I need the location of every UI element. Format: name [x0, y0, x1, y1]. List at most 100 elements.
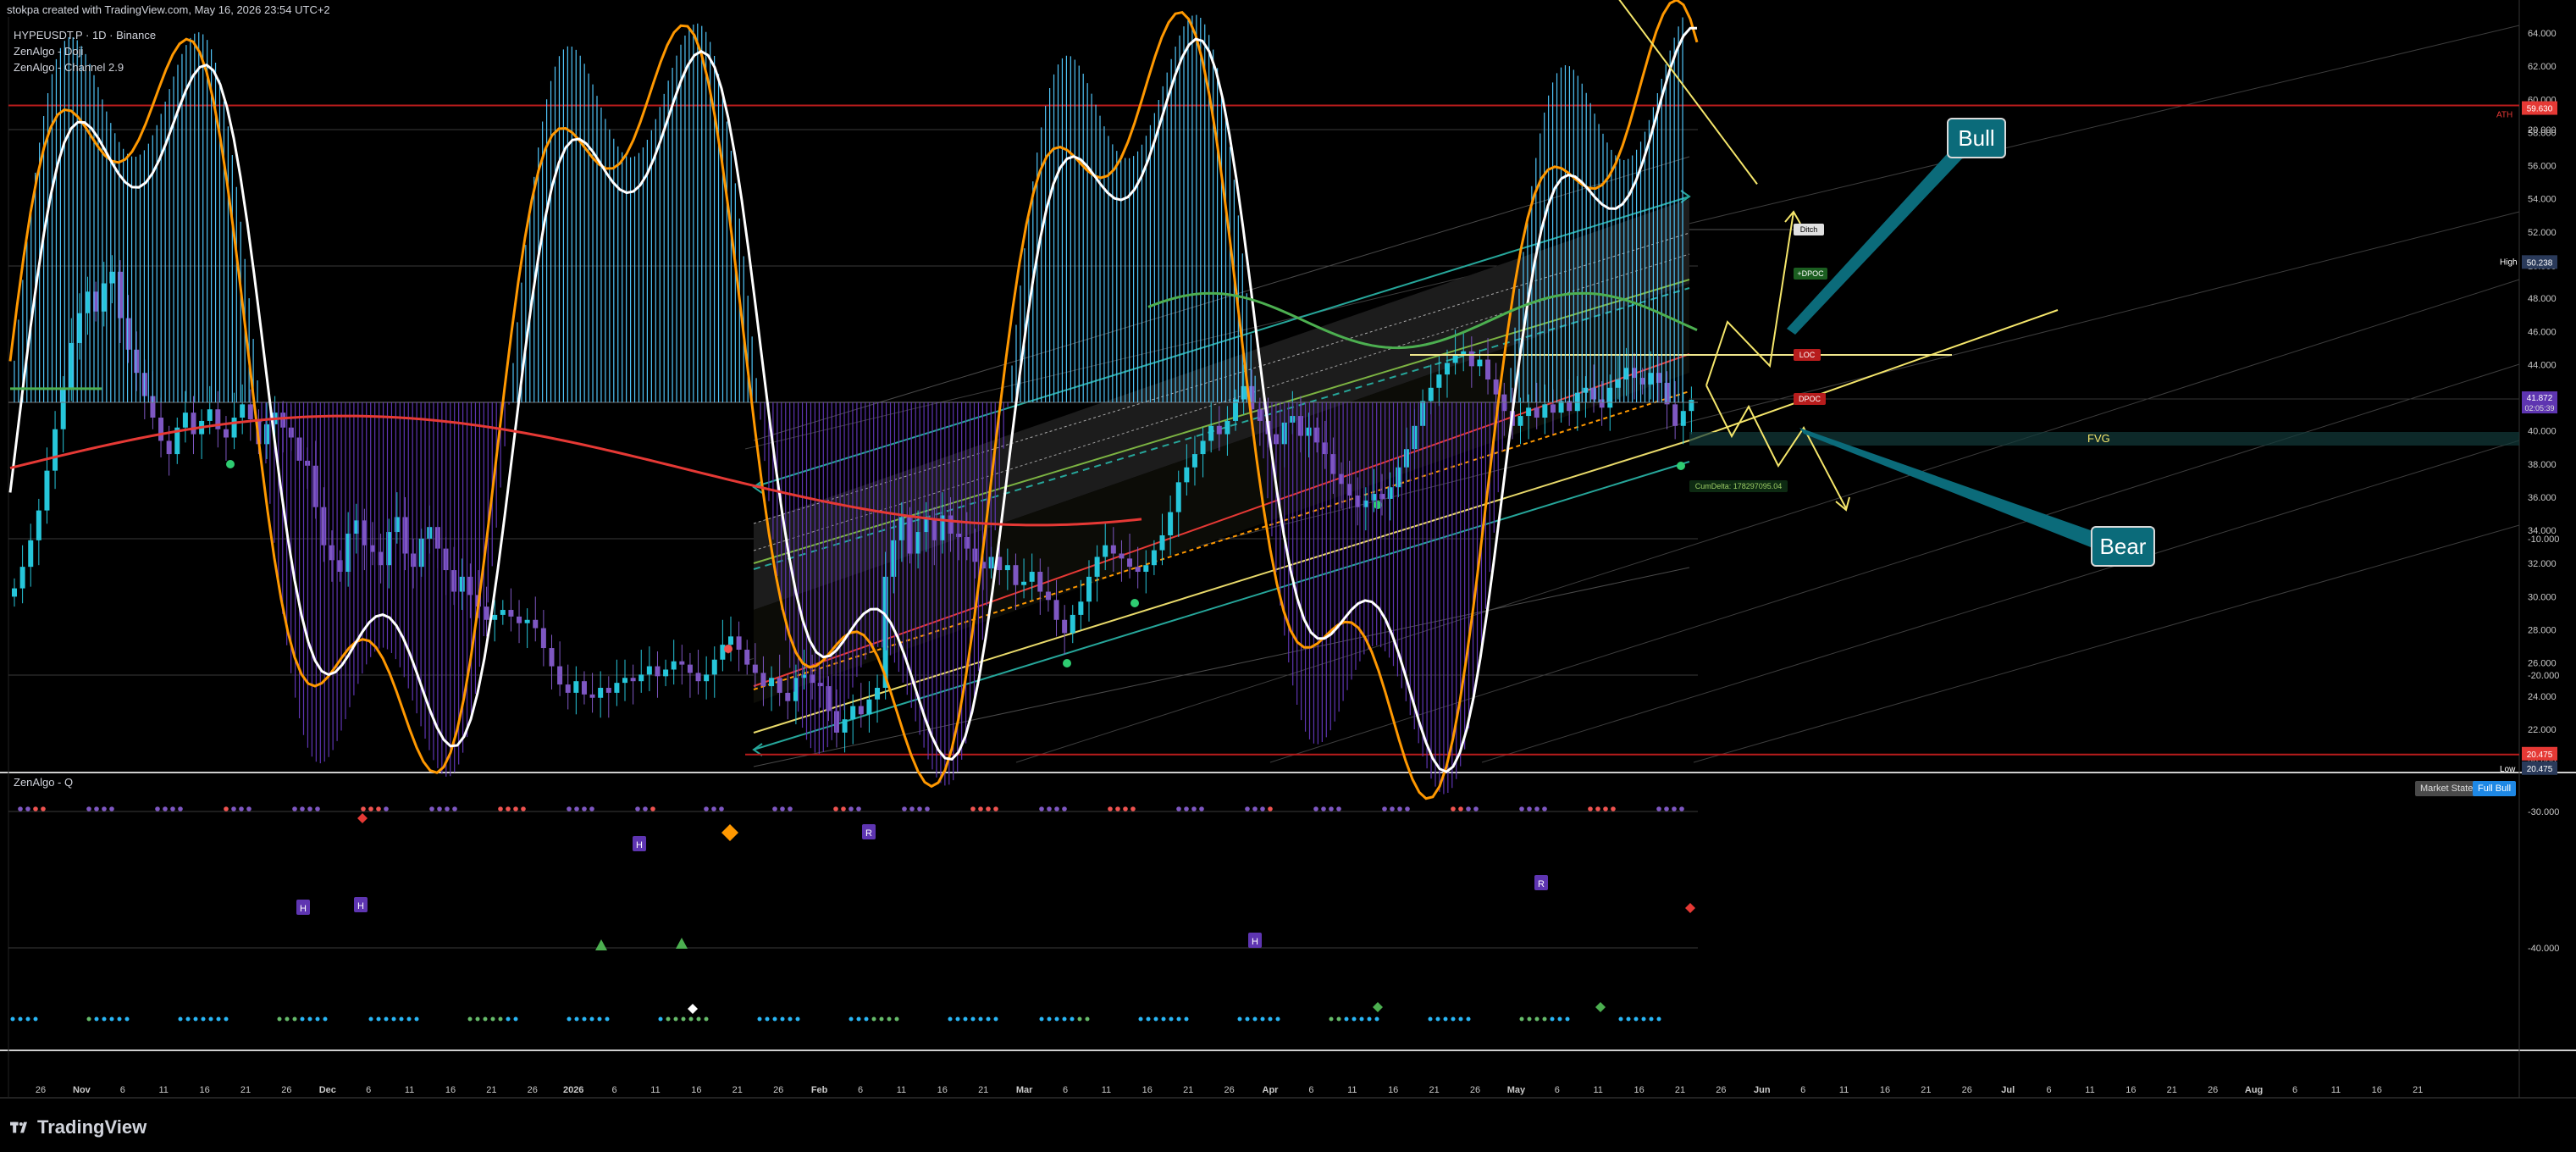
osc-top-dot [300, 806, 305, 811]
time-tick-label: 26 [528, 1085, 538, 1095]
osc-top-dot [1542, 806, 1547, 811]
osc-label: H [300, 904, 307, 914]
header-text: stokpa created with TradingView.com, May… [7, 3, 330, 16]
osc-top-dot [429, 806, 434, 811]
candle-body [1013, 565, 1019, 585]
price-tick-label: 36.000 [2528, 493, 2557, 503]
osc-bottom-dot [986, 1016, 991, 1022]
candle-body [842, 719, 848, 733]
oscillator-legend[interactable]: ZenAlgo - Q [14, 776, 73, 789]
osc-top-dot [1191, 806, 1197, 811]
osc-top-dot [704, 806, 709, 811]
osc-bottom-dot [506, 1016, 511, 1022]
osc-bottom-dot [955, 1016, 960, 1022]
candle-body [44, 470, 50, 511]
osc-top-dot [1245, 806, 1250, 811]
osc-top-dot [292, 806, 297, 811]
osc-bottom-dot [567, 1016, 572, 1022]
osc-top-dot [1405, 806, 1410, 811]
osc-bottom-dot [384, 1016, 389, 1022]
osc-bottom-dot [201, 1016, 206, 1022]
osc-top-dot [849, 806, 854, 811]
osc-bottom-dot [574, 1016, 579, 1022]
osc-top-dot [384, 806, 389, 811]
indicator-channel[interactable]: ZenAlgo - Channel 2.9 [14, 59, 156, 75]
osc-bottom-dot [1153, 1016, 1158, 1022]
price-tick-label: 28.000 [2528, 626, 2557, 636]
time-tick-label: 16 [691, 1085, 701, 1095]
osc-top-dot [1664, 806, 1669, 811]
brand-name: TradingView [37, 1116, 147, 1138]
price-tick-label: 24.000 [2528, 692, 2557, 702]
candle-body [655, 666, 661, 677]
osc-top-dot [1176, 806, 1181, 811]
candle-body [1558, 401, 1564, 413]
osc-bottom-dot [1169, 1016, 1174, 1022]
candle-body [1029, 572, 1035, 582]
candle-body [1151, 550, 1157, 566]
time-tick-label: Jun [1754, 1085, 1771, 1095]
time-tick-label: 2026 [563, 1085, 583, 1095]
candle-body [1672, 404, 1678, 426]
osc-bottom-dot [86, 1016, 91, 1022]
osc-top-dot [993, 806, 998, 811]
candle-body [736, 636, 742, 651]
osc-bottom-dot [1138, 1016, 1143, 1022]
osc-top-dot [1047, 806, 1052, 811]
candle-body [1078, 601, 1084, 615]
candle-body [565, 684, 571, 693]
osc-top-dot [1199, 806, 1204, 811]
time-tick-label: 26 [1470, 1085, 1480, 1095]
time-tick-label: 11 [2085, 1085, 2094, 1095]
candle-body [402, 517, 408, 554]
osc-bottom-dot [1054, 1016, 1059, 1022]
candle-body [321, 507, 327, 546]
osc-bottom-dot [1275, 1016, 1280, 1022]
time-tick-label: 16 [1633, 1085, 1644, 1095]
osc-top-dot [224, 806, 229, 811]
osc-top-dot [170, 806, 175, 811]
fvg-label: FVG [2087, 432, 2110, 445]
osc-bottom-dot [1352, 1016, 1357, 1022]
candle-body [125, 318, 131, 350]
osc-bottom-dot [1633, 1016, 1639, 1022]
osc-bottom-dot [871, 1016, 876, 1022]
osc-bottom-dot [18, 1016, 23, 1022]
candle-body [638, 674, 644, 682]
candle-body [1241, 385, 1247, 400]
candle-body [1094, 557, 1100, 577]
osc-top-dot [925, 806, 930, 811]
osc-bottom-dot [864, 1016, 869, 1022]
osc-bottom-dot [1519, 1016, 1524, 1022]
candle-body [182, 413, 188, 428]
time-tick-label: 6 [1063, 1085, 1068, 1095]
time-tick-label: Apr [1263, 1085, 1280, 1095]
osc-bottom-dot [1443, 1016, 1448, 1022]
osc-bottom-dot [673, 1016, 678, 1022]
candle-body [1004, 565, 1010, 571]
osc-top-dot [909, 806, 915, 811]
candle-body [777, 678, 782, 693]
osc-top-dot [780, 806, 785, 811]
indicator-doji[interactable]: ZenAlgo - Doji [14, 43, 156, 59]
osc-bottom-dot [1656, 1016, 1661, 1022]
osc-top-dot [1679, 806, 1684, 811]
symbol-label[interactable]: HYPEUSDT.P · 1D · Binance [14, 27, 156, 43]
tradingview-logo[interactable]: TradingView [10, 1116, 146, 1138]
sell-marker-dot [724, 645, 732, 653]
osc-bottom-dot [1641, 1016, 1646, 1022]
osc-bottom-dot [1367, 1016, 1372, 1022]
chart-canvas[interactable]: ATH FVG Bull Bear Ditch +DPOC LOC DPOC CumDelta:… [0, 0, 2576, 1152]
candle-body [630, 678, 636, 682]
candle-body [1110, 545, 1116, 554]
osc-bottom-dot [10, 1016, 15, 1022]
osc-bottom-dot [178, 1016, 183, 1022]
osc-bottom-dot [849, 1016, 854, 1022]
candle-body [517, 616, 522, 623]
candle-body [1159, 534, 1165, 551]
osc-bottom-dot [483, 1016, 488, 1022]
time-tick-label: 21 [1429, 1085, 1439, 1095]
candle-body [411, 553, 417, 568]
time-tick-label: 6 [2047, 1085, 2052, 1095]
time-tick-label: 26 [1224, 1085, 1234, 1095]
